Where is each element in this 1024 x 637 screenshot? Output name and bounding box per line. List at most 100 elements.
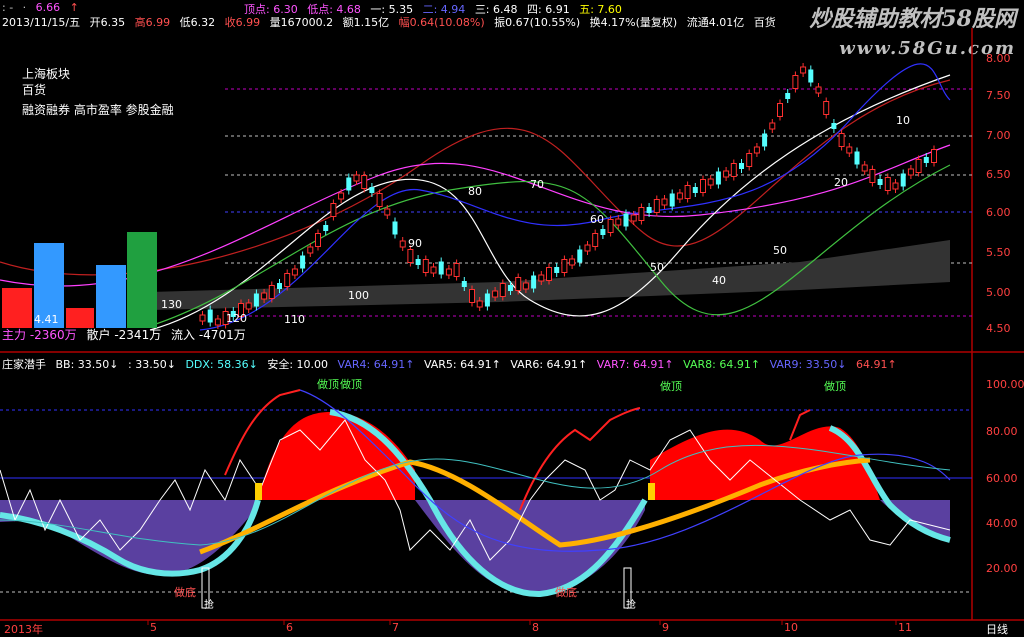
label-100: 100 bbox=[348, 289, 369, 302]
label-90: 90 bbox=[408, 237, 422, 250]
candle-body bbox=[785, 93, 791, 99]
candle-body bbox=[800, 66, 807, 74]
candle-body bbox=[623, 213, 629, 227]
label-80: 80 bbox=[468, 185, 482, 198]
ind-name: 庄家潜手 bbox=[2, 358, 46, 371]
candle-body bbox=[831, 123, 837, 129]
candle-body bbox=[630, 214, 637, 222]
candle-body bbox=[838, 133, 845, 147]
candle-body bbox=[669, 193, 675, 207]
candle-body bbox=[615, 218, 622, 226]
candle-body bbox=[445, 268, 452, 276]
candle-body bbox=[700, 179, 706, 193]
time-m8: 8 bbox=[532, 621, 539, 634]
candle-body bbox=[877, 179, 883, 185]
candle-body bbox=[600, 229, 606, 235]
candle-body bbox=[399, 240, 406, 248]
candle-body bbox=[661, 198, 668, 206]
check-1: 抢 bbox=[204, 600, 214, 611]
candle-body bbox=[707, 178, 714, 186]
check-2: 抢 bbox=[626, 600, 636, 611]
candle-body bbox=[245, 302, 252, 310]
flow-main: 主力 -2360万 bbox=[2, 328, 77, 342]
candle-body bbox=[346, 177, 352, 191]
candle-body bbox=[769, 122, 776, 130]
price-axis-600: 6.00 bbox=[986, 206, 1011, 219]
price-axis-700: 7.00 bbox=[986, 129, 1011, 142]
candle-body bbox=[646, 207, 652, 213]
candle-body bbox=[361, 175, 368, 189]
price-axis-800: 8.00 bbox=[986, 52, 1011, 65]
label-50a: 50 bbox=[650, 261, 664, 274]
time-m9: 9 bbox=[662, 621, 669, 634]
ind-var9: VAR9: 33.50↓ bbox=[769, 358, 847, 371]
price-axis-750: 7.50 bbox=[986, 89, 1011, 102]
candle-body bbox=[546, 267, 552, 281]
candle-body bbox=[330, 203, 337, 217]
flow-inflow: 流入 -4701万 bbox=[171, 328, 246, 342]
flow-row: 主力 -2360万 散户 -2341万 流入 -4701万 bbox=[2, 326, 246, 343]
bar-red-1 bbox=[2, 288, 32, 328]
candle-body bbox=[315, 233, 321, 247]
candle-body bbox=[531, 275, 537, 289]
candle-body bbox=[730, 163, 737, 177]
ind-axis-60: 60.00 bbox=[986, 472, 1018, 485]
candle-body bbox=[907, 168, 914, 176]
candle-body bbox=[638, 207, 645, 221]
candle-body bbox=[508, 285, 513, 291]
label-120: 120 bbox=[226, 312, 247, 325]
candle-body bbox=[422, 259, 429, 273]
candle-body bbox=[653, 199, 660, 213]
label-60: 60 bbox=[590, 213, 604, 226]
candle-body bbox=[291, 268, 298, 276]
candle-body bbox=[692, 187, 698, 193]
candle-body bbox=[569, 258, 576, 266]
ind-axis-40: 40.00 bbox=[986, 517, 1018, 530]
candle-body bbox=[777, 103, 783, 117]
candle-body bbox=[892, 182, 899, 190]
candle-body bbox=[684, 185, 691, 199]
candle-body bbox=[277, 283, 282, 289]
ind-var8: VAR8: 64.91↑ bbox=[683, 358, 761, 371]
price-axis-450: 4.50 bbox=[986, 322, 1011, 335]
label-20: 20 bbox=[834, 176, 848, 189]
candle-body bbox=[561, 259, 568, 273]
time-year: 2013年 bbox=[4, 623, 43, 636]
candle-body bbox=[554, 267, 560, 273]
signal-bottom-1: 做底 bbox=[174, 586, 196, 599]
price-axis-500: 5.00 bbox=[986, 286, 1011, 299]
candle-body bbox=[592, 233, 599, 247]
ind-bb2: : 33.50↓ bbox=[128, 358, 176, 371]
ind-safe: 安全: 10.00 bbox=[267, 358, 329, 371]
candle-body bbox=[430, 266, 437, 274]
candle-body bbox=[715, 171, 721, 185]
candle-body bbox=[584, 244, 591, 252]
candle-body bbox=[438, 261, 444, 275]
ind-axis-80: 80.00 bbox=[986, 425, 1018, 438]
yellow-marker-2 bbox=[648, 483, 655, 500]
candle-body bbox=[854, 151, 860, 165]
info-line-2: 百货 bbox=[22, 83, 47, 97]
info-line-1: 上海板块 bbox=[22, 67, 71, 81]
ind-last: 64.91↑ bbox=[855, 358, 897, 371]
indicator-header: 庄家潜手 BB: 33.50↓ : 33.50↓ DDX: 58.36↓ 安全:… bbox=[0, 356, 903, 372]
candle-body bbox=[739, 163, 744, 169]
label-441: 4.41 bbox=[34, 313, 59, 326]
signal-top-3: 做顶 bbox=[660, 380, 682, 393]
ind-var5: VAR5: 64.91↑ bbox=[423, 358, 501, 371]
candle-body bbox=[676, 192, 683, 200]
time-period[interactable]: 日线 bbox=[986, 621, 1008, 637]
candle-body bbox=[199, 314, 206, 322]
candle-body bbox=[284, 273, 291, 287]
signal-bottom-2: 做底 bbox=[555, 586, 577, 599]
flow-retail: 散户 -2341万 bbox=[86, 328, 162, 342]
candle-body bbox=[515, 277, 522, 291]
bar-red-2 bbox=[66, 308, 94, 328]
candle-body bbox=[762, 133, 768, 147]
candle-body bbox=[607, 219, 614, 233]
candle-body bbox=[268, 285, 275, 299]
candle-body bbox=[207, 309, 213, 323]
candle-body bbox=[323, 225, 329, 231]
label-50b: 50 bbox=[773, 244, 787, 257]
candle-body bbox=[792, 75, 799, 89]
